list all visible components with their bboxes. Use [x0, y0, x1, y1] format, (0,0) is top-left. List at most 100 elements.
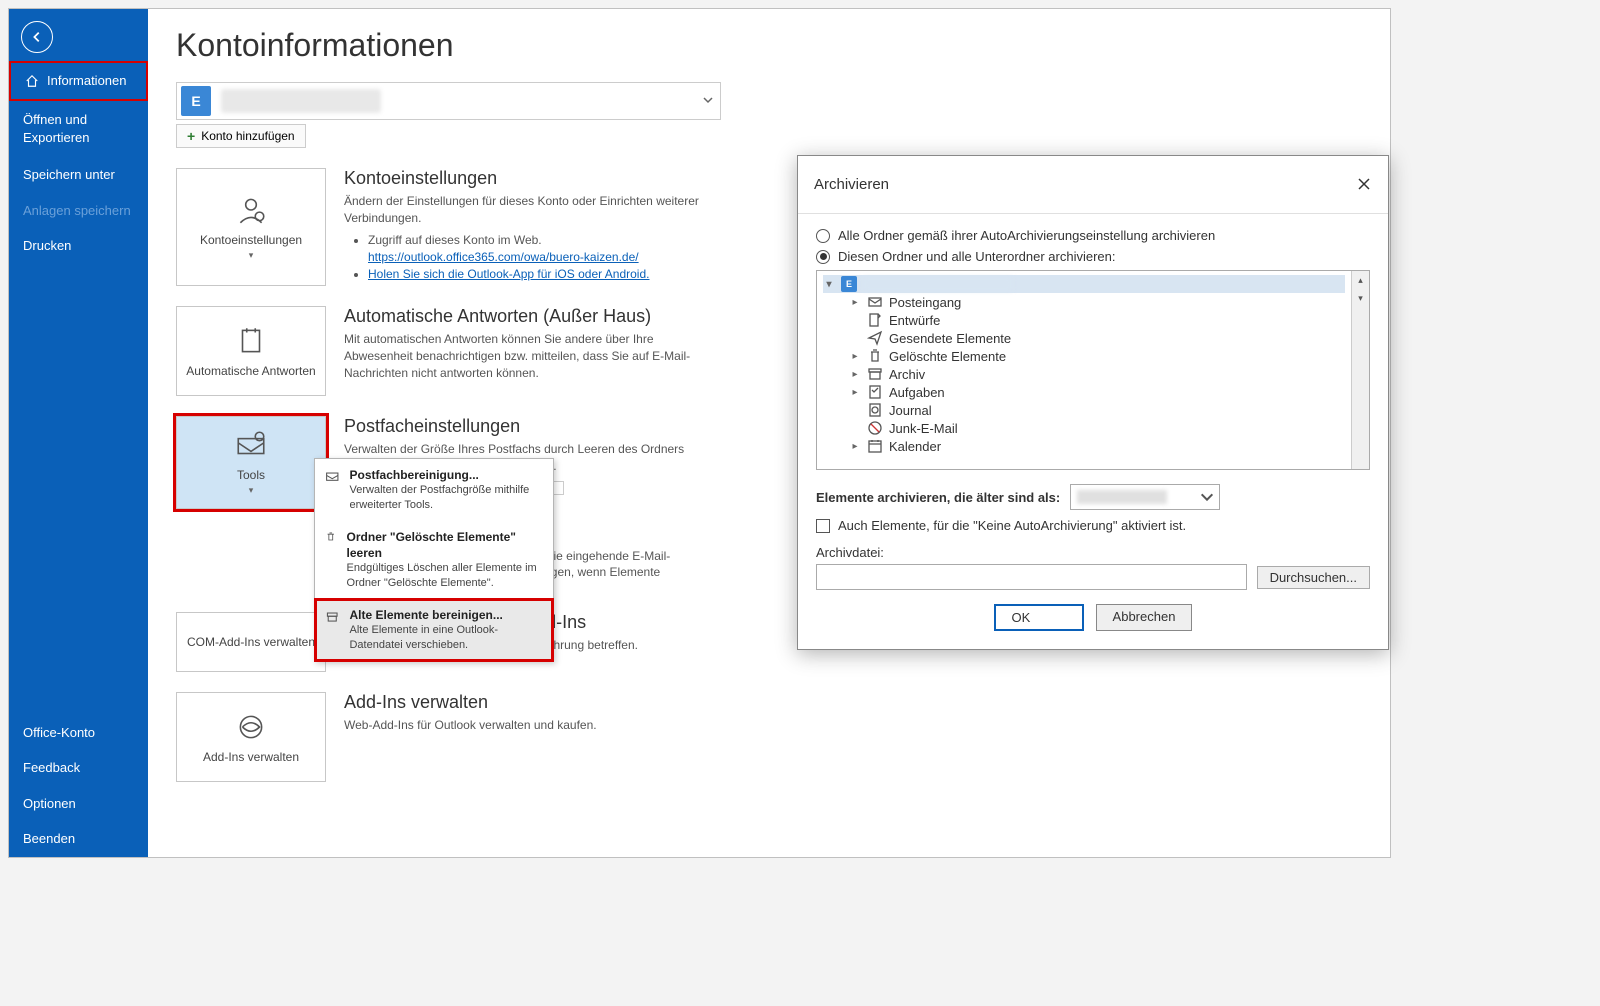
tree-folder-junk[interactable]: Junk-E-Mail: [823, 419, 1345, 437]
plus-icon: +: [187, 128, 195, 144]
menu-desc: Endgültiges Löschen aller Elemente im Or…: [347, 562, 537, 589]
backstage-sidebar: Informationen Öffnen und Exportieren Spe…: [9, 9, 148, 857]
radio-auto-archive-all[interactable]: Alle Ordner gemäß ihrer AutoArchivierung…: [816, 228, 1370, 243]
arrow-left-icon: [30, 30, 44, 44]
nav-office-konto[interactable]: Office-Konto: [9, 715, 148, 751]
tools-button[interactable]: Tools ▾: [176, 416, 326, 509]
btn-label: Add-Ins verwalten: [203, 750, 299, 764]
nav-optionen[interactable]: Optionen: [9, 786, 148, 822]
nav-oeffnen-exportieren[interactable]: Öffnen und Exportieren: [9, 101, 148, 157]
nav-label: Öffnen und Exportieren: [23, 111, 134, 147]
account-selector[interactable]: E: [176, 82, 721, 120]
automatische-antworten-button[interactable]: Automatische Antworten: [176, 306, 326, 396]
radio-label: Alle Ordner gemäß ihrer AutoArchivierung…: [838, 228, 1215, 243]
nav-label: Informationen: [47, 73, 127, 89]
account-name-blurred: [221, 89, 381, 113]
radio-this-folder[interactable]: Diesen Ordner und alle Unterordner archi…: [816, 249, 1370, 264]
close-icon: [1356, 176, 1372, 192]
nav-label: Beenden: [23, 831, 75, 847]
menu-alte-elemente-bereinigen[interactable]: Alte Elemente bereinigen...Alte Elemente…: [315, 599, 553, 661]
exchange-icon: E: [841, 276, 857, 292]
junk-icon: [867, 420, 883, 436]
archivieren-dialog: Archivieren Alle Ordner gemäß ihrer Auto…: [797, 155, 1389, 650]
chevron-down-icon: ▾: [249, 250, 254, 261]
date-label: Elemente archivieren, die älter sind als…: [816, 490, 1060, 505]
expander-icon[interactable]: ▾: [823, 279, 835, 290]
expander-icon[interactable]: ▸: [849, 297, 861, 308]
radio-label: Diesen Ordner und alle Unterordner archi…: [838, 249, 1115, 264]
folder-label: Archiv: [889, 367, 925, 382]
nav-label: Anlagen speichern: [23, 203, 131, 219]
tree-scrollbar[interactable]: ▴ ▾: [1351, 271, 1369, 469]
include-no-autoarchive-checkbox[interactable]: Auch Elemente, für die "Keine AutoArchiv…: [816, 518, 1370, 533]
folder-label: Gelöschte Elemente: [889, 349, 1006, 364]
scroll-down-icon[interactable]: ▾: [1352, 289, 1369, 307]
scroll-up-icon[interactable]: ▴: [1352, 271, 1369, 289]
draft-icon: [867, 312, 883, 328]
kontoeinstellungen-button[interactable]: Kontoeinstellungen ▾: [176, 168, 326, 286]
com-addins-verwalten-button[interactable]: COM-Add-Ins verwalten: [176, 612, 326, 672]
page-title: Kontoinformationen: [176, 27, 1362, 64]
cleanup-icon: [325, 467, 340, 513]
nav-anlagen-speichern: Anlagen speichern: [9, 193, 148, 229]
expander-icon[interactable]: ▸: [849, 441, 861, 452]
nav-label: Optionen: [23, 796, 76, 812]
menu-postfachbereinigung[interactable]: Postfachbereinigung...Verwalten der Post…: [315, 459, 553, 521]
tree-root-account[interactable]: ▾ E: [823, 275, 1345, 293]
btn-label: Automatische Antworten: [186, 364, 315, 378]
tree-folder-sent[interactable]: Gesendete Elemente: [823, 329, 1345, 347]
archive-file-label: Archivdatei:: [816, 545, 1370, 560]
tree-folder-journal[interactable]: Journal: [823, 401, 1345, 419]
trash-icon: [325, 529, 337, 591]
browse-button[interactable]: Durchsuchen...: [1257, 566, 1370, 589]
trash-icon: [867, 348, 883, 364]
nav-label: Feedback: [23, 760, 80, 776]
add-account-button[interactable]: + Konto hinzufügen: [176, 124, 306, 148]
dialog-title: Archivieren: [814, 176, 889, 193]
expander-icon[interactable]: ▸: [849, 351, 861, 362]
cancel-button[interactable]: Abbrechen: [1096, 604, 1193, 631]
nav-informationen[interactable]: Informationen: [9, 61, 148, 101]
expander-icon[interactable]: ▸: [849, 387, 861, 398]
archive-date-input[interactable]: [1070, 484, 1220, 510]
expander-icon[interactable]: ▸: [849, 369, 861, 380]
tree-folder-tasks[interactable]: ▸ Aufgaben: [823, 383, 1345, 401]
dialog-close-button[interactable]: [1350, 170, 1378, 198]
addins-icon: [234, 710, 268, 744]
checkbox-icon: [816, 519, 830, 533]
addins-verwalten-button[interactable]: Add-Ins verwalten: [176, 692, 326, 782]
tree-folder-trash[interactable]: ▸ Gelöschte Elemente: [823, 347, 1345, 365]
folder-label: Aufgaben: [889, 385, 945, 400]
menu-geloeschte-leeren[interactable]: Ordner "Gelöschte Elemente" leerenEndgül…: [315, 521, 553, 599]
archive-icon: [867, 366, 883, 382]
ok-button[interactable]: OK: [994, 604, 1084, 631]
folder-tree: ▾ E ▸ PosteingangEntwürfeGesendete Elemen…: [816, 270, 1370, 470]
owa-link[interactable]: https://outlook.office365.com/owa/buero-…: [368, 250, 639, 264]
nav-drucken[interactable]: Drucken: [9, 228, 148, 264]
folder-label: Kalender: [889, 439, 941, 454]
btn-label: Kontoeinstellungen: [200, 233, 302, 247]
section-desc: Mit automatischen Antworten können Sie a…: [344, 331, 704, 381]
tree-folder-draft[interactable]: Entwürfe: [823, 311, 1345, 329]
dialog-titlebar: Archivieren: [798, 156, 1388, 214]
nav-speichern-unter[interactable]: Speichern unter: [9, 157, 148, 193]
tree-folder-mail[interactable]: ▸ Posteingang: [823, 293, 1345, 311]
chevron-down-icon: ▾: [249, 485, 254, 496]
mail-icon: [867, 294, 883, 310]
menu-title: Postfachbereinigung...: [350, 467, 543, 483]
archive-file-input[interactable]: [816, 564, 1247, 590]
back-button[interactable]: [21, 21, 53, 53]
nav-label: Drucken: [23, 238, 71, 254]
menu-title: Alte Elemente bereinigen...: [349, 607, 543, 623]
mobile-app-link[interactable]: Holen Sie sich die Outlook-App für iOS o…: [368, 267, 649, 281]
menu-desc: Alte Elemente in eine Outlook-Datendatei…: [349, 624, 498, 651]
folder-label: Posteingang: [889, 295, 961, 310]
tree-folder-calendar[interactable]: ▸ Kalender: [823, 437, 1345, 455]
nav-feedback[interactable]: Feedback: [9, 750, 148, 786]
calendar-icon: [867, 438, 883, 454]
menu-desc: Verwalten der Postfachgröße mithilfe erw…: [350, 484, 530, 511]
tools-icon: [234, 428, 268, 462]
journal-icon: [867, 402, 883, 418]
tree-folder-archive[interactable]: ▸ Archiv: [823, 365, 1345, 383]
nav-beenden[interactable]: Beenden: [9, 821, 148, 857]
